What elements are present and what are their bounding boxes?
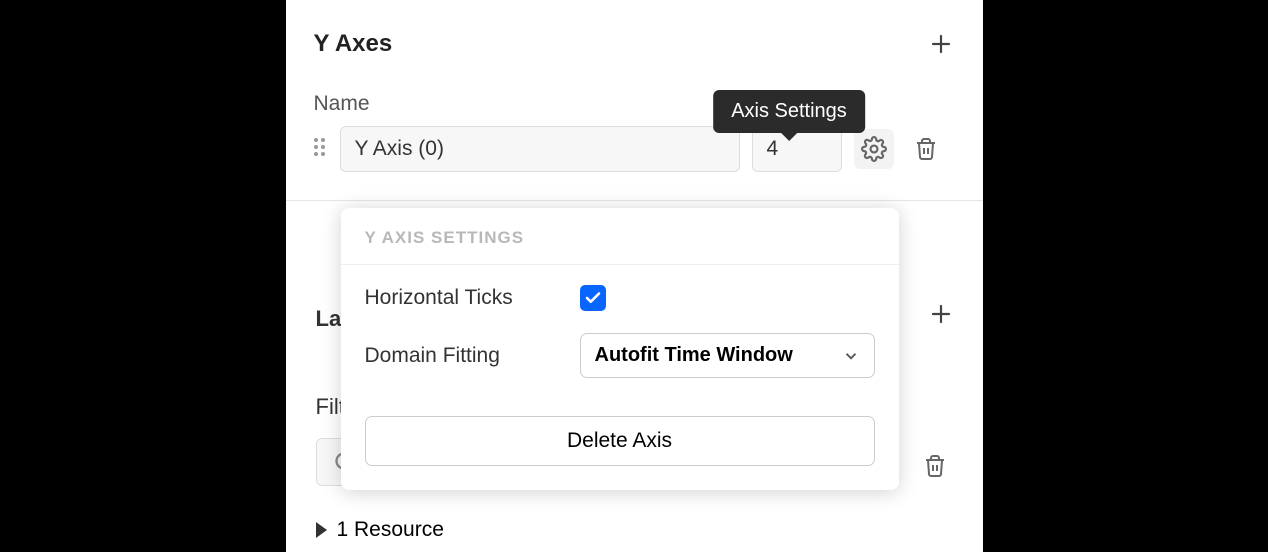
trash-icon	[914, 137, 938, 161]
axis-name-input[interactable]	[340, 126, 740, 172]
yaxes-header: Y Axes	[314, 30, 955, 58]
trash-icon	[923, 454, 947, 478]
horizontal-ticks-row: Horizontal Ticks	[365, 285, 875, 311]
delete-axis-icon-button[interactable]	[906, 129, 946, 169]
gear-icon	[861, 136, 887, 162]
add-layer-button[interactable]	[927, 300, 955, 328]
resource-count-label: 1 Resource	[337, 518, 444, 542]
divider	[286, 200, 983, 201]
chevron-down-icon	[842, 347, 860, 365]
axis-settings-button[interactable]	[854, 129, 894, 169]
domain-fitting-value: Autofit Time Window	[595, 344, 793, 367]
resource-disclosure[interactable]: 1 Resource	[316, 518, 444, 542]
add-yaxis-button[interactable]	[927, 30, 955, 58]
domain-fitting-select[interactable]: Autofit Time Window	[580, 333, 875, 378]
check-icon	[584, 289, 602, 307]
yaxes-title: Y Axes	[314, 30, 393, 58]
axis-settings-tooltip: Axis Settings	[713, 90, 865, 133]
drag-handle[interactable]	[314, 138, 328, 160]
horizontal-ticks-label: Horizontal Ticks	[365, 286, 580, 310]
delete-axis-button[interactable]: Delete Axis	[365, 416, 875, 466]
plus-icon	[929, 302, 953, 326]
triangle-right-icon	[316, 522, 327, 538]
axis-settings-popover: Y AXIS SETTINGS Horizontal Ticks Domain …	[341, 208, 899, 490]
domain-fitting-label: Domain Fitting	[365, 344, 580, 368]
popover-body: Horizontal Ticks Domain Fitting Autofit …	[341, 265, 899, 410]
popover-title: Y AXIS SETTINGS	[341, 208, 899, 265]
plus-icon	[929, 32, 953, 56]
settings-panel: Y Axes Name Ticks Lay Filt	[286, 0, 983, 552]
delete-layer-icon-button[interactable]	[915, 446, 955, 486]
domain-fitting-row: Domain Fitting Autofit Time Window	[365, 333, 875, 378]
horizontal-ticks-checkbox[interactable]	[580, 285, 606, 311]
